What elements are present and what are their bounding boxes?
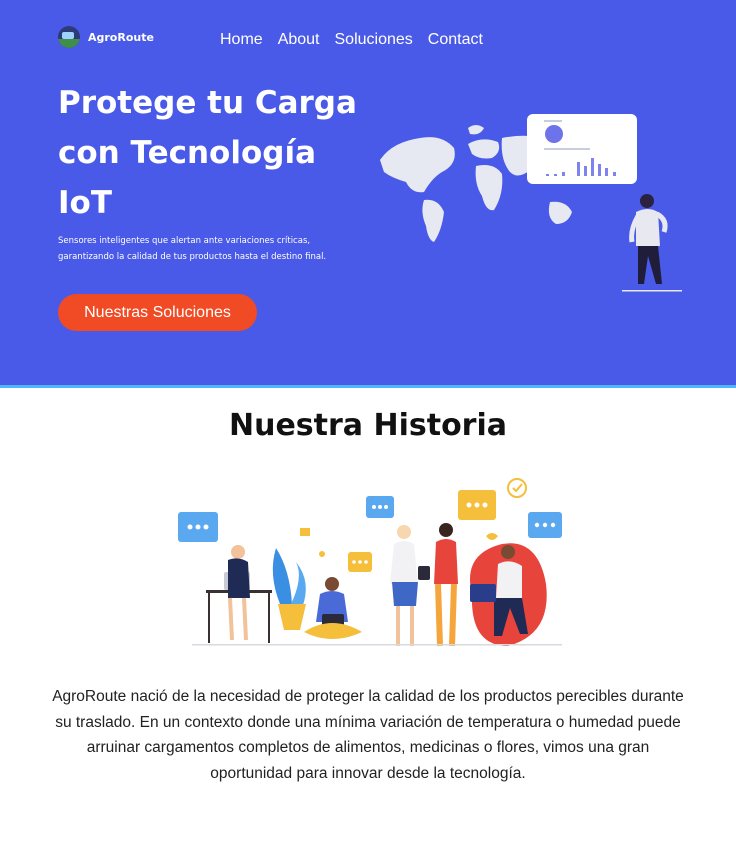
nav-item-contact[interactable]: Contact <box>428 31 483 49</box>
hero-section: AgroRoute Home About Soluciones Contact … <box>0 0 736 388</box>
truck-logo-icon <box>58 26 80 48</box>
story-body: AgroRoute nació de la necesidad de prote… <box>52 688 684 782</box>
nav-item-soluciones[interactable]: Soluciones <box>335 31 413 49</box>
world-map-dashboard-illustration <box>380 114 682 292</box>
main-nav: Home About Soluciones Contact <box>220 31 483 49</box>
team-collaboration-illustration <box>178 478 562 647</box>
nav-item-home[interactable]: Home <box>220 31 263 49</box>
hero-title: Protege tu Carga con Tecnología IoT <box>58 85 357 221</box>
hero-subtitle: Sensores inteligentes que alertan ante v… <box>58 236 327 262</box>
section-title: Nuestra Historia <box>228 408 507 443</box>
nav-item-about[interactable]: About <box>278 31 320 49</box>
brand-name: AgroRoute <box>88 30 154 44</box>
brand[interactable]: AgroRoute <box>58 26 154 48</box>
cta-button[interactable]: Nuestras Soluciones <box>58 294 257 331</box>
